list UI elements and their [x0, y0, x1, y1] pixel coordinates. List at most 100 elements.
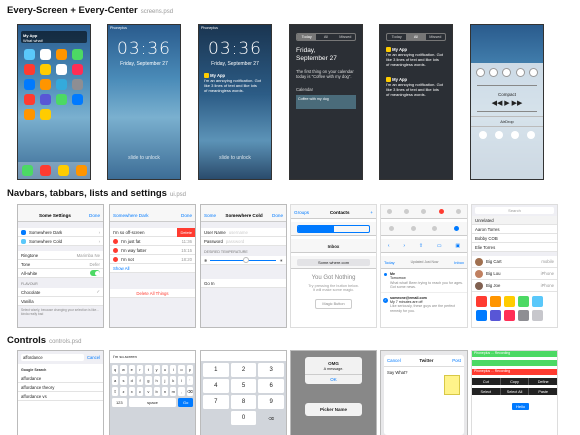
- segmented-control[interactable]: [297, 225, 370, 233]
- slider-thumb[interactable]: [243, 256, 250, 263]
- list-item[interactable]: Somewhere Dark ›: [18, 228, 103, 237]
- key[interactable]: i: [170, 365, 177, 374]
- app-icon[interactable]: [24, 49, 35, 60]
- app-icon[interactable]: [56, 79, 67, 90]
- app-icon[interactable]: [56, 49, 67, 60]
- moon-icon[interactable]: [515, 68, 525, 77]
- brightness-slider[interactable]: [477, 85, 537, 86]
- password-field[interactable]: Password password: [201, 237, 286, 246]
- contact-row[interactable]: Big Joe iPhone: [472, 280, 557, 292]
- tab-icon[interactable]: [455, 209, 461, 214]
- done-button[interactable]: Done: [89, 213, 100, 218]
- key[interactable]: t: [145, 365, 152, 374]
- phone-control-center[interactable]: Compact ◀◀ ▶ ▶▶ AirDrop: [470, 24, 544, 180]
- back-button[interactable]: Some: [204, 213, 216, 218]
- key[interactable]: j: [161, 376, 169, 385]
- nc-notification[interactable]: My App I'm an annoying notification. Got…: [386, 47, 448, 67]
- share-icon[interactable]: ⇧: [419, 243, 423, 249]
- numbers-key[interactable]: 123: [112, 398, 127, 407]
- digit-key[interactable]: 0: [230, 411, 257, 425]
- key[interactable]: z: [120, 387, 127, 396]
- tab-icon[interactable]: [389, 226, 395, 231]
- mail-item[interactable]: ✓ someone@email.com My 7 minutes are off…: [381, 291, 467, 314]
- dock-app-icon[interactable]: [75, 165, 87, 176]
- lock-rotation-icon[interactable]: [528, 68, 538, 77]
- tab-all[interactable]: All: [406, 34, 426, 40]
- calculator-icon[interactable]: [511, 131, 519, 139]
- tab-today[interactable]: Today: [387, 34, 406, 40]
- key[interactable]: r: [136, 365, 144, 374]
- go-key[interactable]: Go: [178, 398, 193, 407]
- key[interactable]: e: [128, 365, 135, 374]
- delete-all-button[interactable]: Delete All Things: [110, 289, 195, 298]
- phone-notification-center-all[interactable]: Today All Missed My App I'm an annoying …: [379, 24, 453, 180]
- post-button[interactable]: Post: [452, 358, 461, 363]
- search-input[interactable]: Search: [475, 207, 554, 214]
- slide-to-unlock[interactable]: slide to unlock: [108, 155, 180, 161]
- delete-button[interactable]: Delete: [177, 227, 195, 237]
- remove-icon[interactable]: [113, 238, 118, 244]
- app-icon[interactable]: [40, 64, 51, 75]
- tab-icon[interactable]: [404, 209, 410, 214]
- digit-key[interactable]: 8: [230, 395, 257, 409]
- menu-item-define[interactable]: Define: [529, 378, 557, 385]
- digit-key[interactable]: 1: [203, 363, 229, 377]
- app-icon[interactable]: [40, 109, 51, 120]
- tab-all[interactable]: All: [316, 34, 335, 40]
- wifi-icon[interactable]: [489, 68, 499, 77]
- book-icon[interactable]: ▭: [437, 243, 442, 249]
- phone-lock-screen[interactable]: Phoneplus 03:36 Friday, September 27 sli…: [107, 24, 181, 180]
- back-icon[interactable]: ‹: [388, 243, 390, 249]
- list-item[interactable]: I'm not 18:20: [110, 255, 195, 264]
- key[interactable]: h: [153, 376, 160, 385]
- cancel-button[interactable]: Cancel: [387, 358, 401, 363]
- alert-ok-button[interactable]: OK: [305, 374, 362, 384]
- app-icon[interactable]: [24, 79, 35, 90]
- back-button[interactable]: Somewhere Dark: [113, 213, 149, 218]
- lock-notification[interactable]: My App I'm an annoying notification. Got…: [204, 73, 268, 93]
- list-item[interactable]: I'm just fat 11:36: [110, 237, 195, 246]
- key[interactable]: n: [161, 387, 169, 396]
- attachment-thumbnail[interactable]: [444, 375, 460, 395]
- tab-icon[interactable]: [387, 209, 393, 214]
- app-icon[interactable]: [56, 64, 67, 75]
- suggestion-item[interactable]: affordance theory: [18, 383, 103, 392]
- inbox-button[interactable]: Inbox: [454, 260, 464, 265]
- remove-icon[interactable]: [113, 247, 118, 253]
- all-white-toggle[interactable]: [90, 270, 100, 276]
- phone-home-screen[interactable]: My App What what!: [17, 24, 91, 180]
- add-button[interactable]: +: [370, 210, 373, 215]
- tab-icon[interactable]: [410, 226, 416, 231]
- app-icon[interactable]: [24, 94, 35, 105]
- tab-today[interactable]: Today: [297, 34, 317, 40]
- list-item[interactable]: I'm way fatter 15:15: [110, 246, 195, 255]
- app-icon[interactable]: [40, 79, 51, 90]
- picker-title[interactable]: Picker Name: [305, 403, 362, 416]
- flashlight-icon[interactable]: [479, 131, 487, 139]
- digit-key[interactable]: 5: [230, 379, 257, 393]
- phone-notification-center-today[interactable]: Today All Missed Friday, September 27 Th…: [289, 24, 363, 180]
- key[interactable]: s: [120, 376, 127, 385]
- digit-key[interactable]: 4: [203, 379, 229, 393]
- key[interactable]: a: [112, 376, 119, 385]
- app-icon[interactable]: [24, 109, 35, 120]
- nc-event[interactable]: Coffee with my dog: [296, 95, 356, 109]
- menu-item-select-all[interactable]: Select All: [501, 388, 530, 395]
- tab-missed[interactable]: Missed: [426, 34, 445, 40]
- magic-button[interactable]: Magic Button: [315, 299, 352, 309]
- key[interactable]: g: [145, 376, 152, 385]
- delete-key[interactable]: ⌫: [186, 387, 193, 396]
- app-icon[interactable]: [56, 94, 67, 105]
- key[interactable]: w: [120, 365, 127, 374]
- key[interactable]: ,: [178, 387, 185, 396]
- search-input[interactable]: affordance: [21, 354, 84, 361]
- bluetooth-icon[interactable]: [502, 68, 512, 77]
- app-icon[interactable]: [72, 79, 83, 90]
- key[interactable]: b: [153, 387, 160, 396]
- volume-slider[interactable]: [477, 111, 537, 112]
- mail-item[interactable]: Me Tomorrow What what! Been trying to re…: [381, 269, 467, 290]
- remove-icon[interactable]: [113, 256, 118, 262]
- banner-notification[interactable]: My App What what!: [21, 31, 87, 43]
- app-icon[interactable]: [72, 94, 83, 105]
- digit-key[interactable]: 3: [258, 363, 284, 377]
